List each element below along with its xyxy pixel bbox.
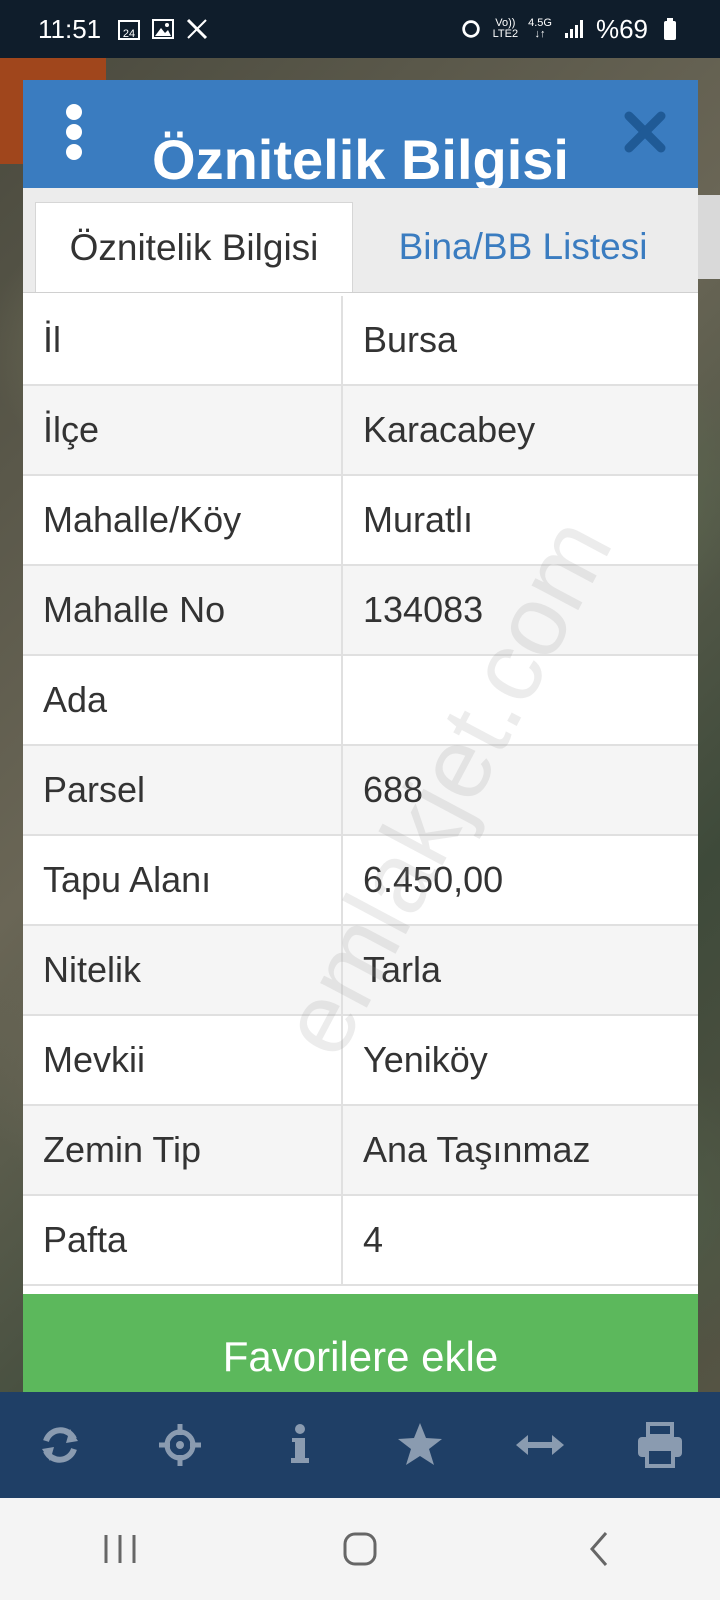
row-value: 6.450,00 (363, 859, 504, 900)
table-row: Mahalle No 134083 (23, 566, 698, 656)
network-gen-indicator: 4.5G ↓↑ (528, 17, 552, 40)
table-row: İl Bursa (23, 296, 698, 386)
tab-building-list[interactable]: Bina/BB Listesi (353, 202, 693, 292)
row-value: 134083 (363, 589, 484, 630)
recent-apps-icon[interactable] (80, 1519, 160, 1579)
volte-indicator: Vo)) LTE2 (492, 17, 519, 40)
table-row: Pafta 4 (23, 1196, 698, 1286)
svg-text:24: 24 (123, 28, 135, 40)
map-toolbar (0, 1392, 720, 1498)
table-row: Mevkii Yeniköy (23, 1016, 698, 1106)
row-key: Zemin Tip (23, 1106, 343, 1194)
row-value (343, 656, 698, 744)
row-value: Tarla (363, 949, 442, 990)
refresh-icon[interactable] (30, 1415, 90, 1475)
tab-attribute-info[interactable]: Öznitelik Bilgisi (35, 202, 353, 292)
dialog-title: Öznitelik Bilgisi (152, 128, 569, 191)
attribute-info-dialog: Öznitelik Bilgisi Öznitelik Bilgisi Bina… (23, 80, 698, 1420)
row-value: Ana Taşınmaz (363, 1129, 591, 1170)
table-row: Mahalle/Köy Muratlı (23, 476, 698, 566)
battery-icon (658, 17, 682, 41)
star-icon[interactable] (390, 1415, 450, 1475)
system-navbar (0, 1498, 720, 1600)
status-time: 11:51 (38, 13, 102, 44)
row-key: Pafta (23, 1196, 343, 1284)
gallery-icon (151, 17, 175, 41)
attribute-table: İl Bursa İlçe Karacabey Mahalle/Köy Mura… (23, 296, 698, 1286)
row-key: İl (23, 296, 343, 384)
dialog-tabs: Öznitelik Bilgisi Bina/BB Listesi (23, 188, 698, 293)
map-control-tab[interactable] (698, 195, 720, 279)
table-row: Parsel 688 (23, 746, 698, 836)
table-row: Nitelik Tarla (23, 926, 698, 1016)
print-icon[interactable] (630, 1415, 690, 1475)
back-icon[interactable] (560, 1519, 640, 1579)
row-key: Mevkii (23, 1016, 343, 1104)
table-row: İlçe Karacabey (23, 386, 698, 476)
row-value: Karacabey (363, 409, 536, 450)
row-key: Mahalle No (23, 566, 343, 654)
row-key: Tapu Alanı (23, 836, 343, 924)
row-key: Nitelik (23, 926, 343, 1014)
crosshair-icon[interactable] (150, 1415, 210, 1475)
row-key: Parsel (23, 746, 343, 834)
table-row: Zemin Tip Ana Taşınmaz (23, 1106, 698, 1196)
row-value: Muratlı (363, 499, 474, 540)
dialog-header: Öznitelik Bilgisi (23, 80, 698, 191)
battery-text: %69 (595, 13, 648, 44)
table-row: Tapu Alanı 6.450,00 (23, 836, 698, 926)
measure-icon[interactable] (510, 1415, 570, 1475)
row-key: İlçe (23, 386, 343, 474)
home-icon[interactable] (320, 1519, 400, 1579)
calendar-icon: 24 (117, 17, 141, 41)
info-icon[interactable] (270, 1415, 330, 1475)
row-value: 688 (363, 769, 424, 810)
x-app-icon (185, 17, 209, 41)
row-value: Bursa (363, 319, 458, 360)
data-saver-icon (459, 17, 483, 41)
row-value: Yeniköy (363, 1039, 488, 1080)
row-value: 4 (363, 1219, 384, 1260)
row-key: Mahalle/Köy (23, 476, 343, 564)
status-bar: 11:51 24 Vo)) LTE2 4.5G ↓↑ %69 (0, 0, 720, 58)
close-icon[interactable] (623, 110, 667, 154)
signal-icon (562, 17, 586, 41)
row-key: Ada (23, 656, 343, 744)
table-row: Ada (23, 656, 698, 746)
